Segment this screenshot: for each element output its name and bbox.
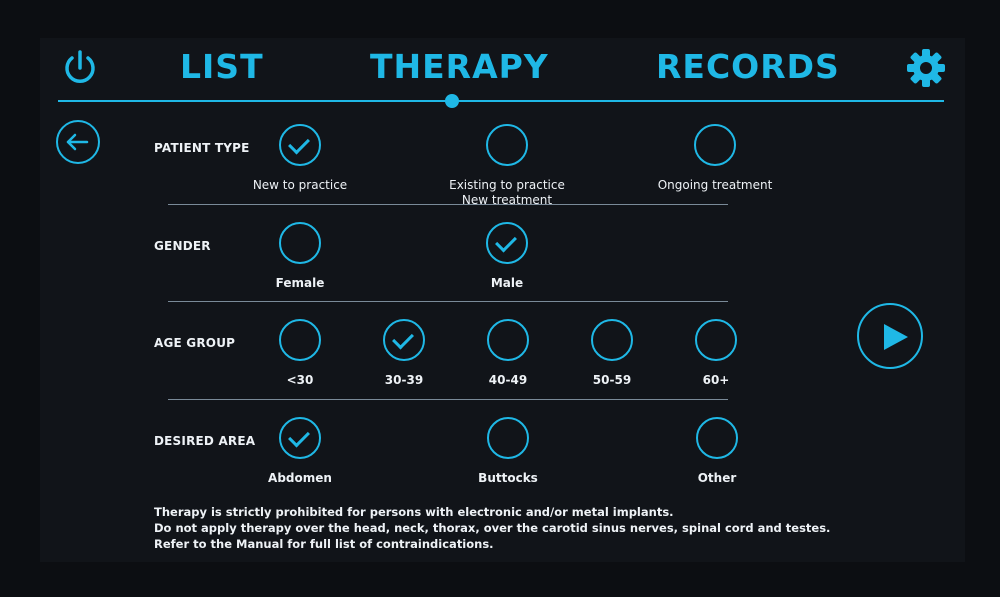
tab-records[interactable]: RECORDS: [656, 47, 840, 86]
contraindications-notice: Therapy is strictly prohibited for perso…: [154, 504, 830, 552]
section-divider: [168, 301, 728, 302]
gender-female[interactable]: Female: [200, 222, 400, 291]
option-label: Male: [490, 276, 524, 290]
option-label: Abdomen: [268, 471, 332, 485]
radio-circle[interactable]: [486, 222, 528, 264]
patient-type-existing[interactable]: Existing to practice New treatment: [407, 124, 607, 208]
check-icon: [288, 132, 310, 155]
check-icon: [288, 425, 310, 448]
radio-circle[interactable]: [696, 417, 738, 459]
power-icon: [65, 50, 95, 83]
tab-indicator-dot: [445, 94, 459, 108]
patient-type-new[interactable]: New to practice: [200, 124, 400, 193]
settings-button[interactable]: [905, 47, 947, 89]
tab-indicator-line: [58, 100, 944, 102]
area-abdomen[interactable]: Abdomen: [200, 417, 400, 486]
radio-circle[interactable]: [695, 319, 737, 361]
tab-list[interactable]: LIST: [180, 47, 264, 86]
radio-circle[interactable]: [486, 124, 528, 166]
section-divider: [168, 204, 728, 205]
option-label: Buttocks: [478, 471, 538, 485]
tab-therapy[interactable]: THERAPY: [370, 47, 549, 86]
warning-line: Refer to the Manual for full list of con…: [154, 537, 494, 551]
start-therapy-button[interactable]: [857, 303, 923, 369]
patient-type-ongoing[interactable]: Ongoing treatment: [615, 124, 815, 193]
back-button[interactable]: [56, 120, 100, 164]
gender-male[interactable]: Male: [407, 222, 607, 291]
check-icon: [495, 230, 517, 253]
radio-circle[interactable]: [279, 222, 321, 264]
play-icon: [884, 324, 908, 350]
option-label: 60+: [702, 373, 730, 387]
option-label: New to practice: [252, 178, 348, 192]
option-label: Female: [275, 276, 325, 290]
warning-line: Therapy is strictly prohibited for perso…: [154, 505, 674, 519]
age-60-plus[interactable]: 60+: [616, 319, 816, 388]
power-button[interactable]: [60, 48, 100, 88]
radio-circle[interactable]: [279, 417, 321, 459]
area-buttocks[interactable]: Buttocks: [408, 417, 608, 486]
warning-line: Do not apply therapy over the head, neck…: [154, 521, 831, 535]
radio-circle[interactable]: [694, 124, 736, 166]
radio-circle[interactable]: [487, 417, 529, 459]
section-divider: [168, 399, 728, 400]
area-other[interactable]: Other: [617, 417, 817, 486]
gear-icon: [907, 49, 945, 87]
option-label: Ongoing treatment: [657, 178, 773, 192]
radio-circle[interactable]: [279, 124, 321, 166]
option-label: Other: [697, 471, 737, 485]
arrow-left-icon: [66, 133, 89, 151]
